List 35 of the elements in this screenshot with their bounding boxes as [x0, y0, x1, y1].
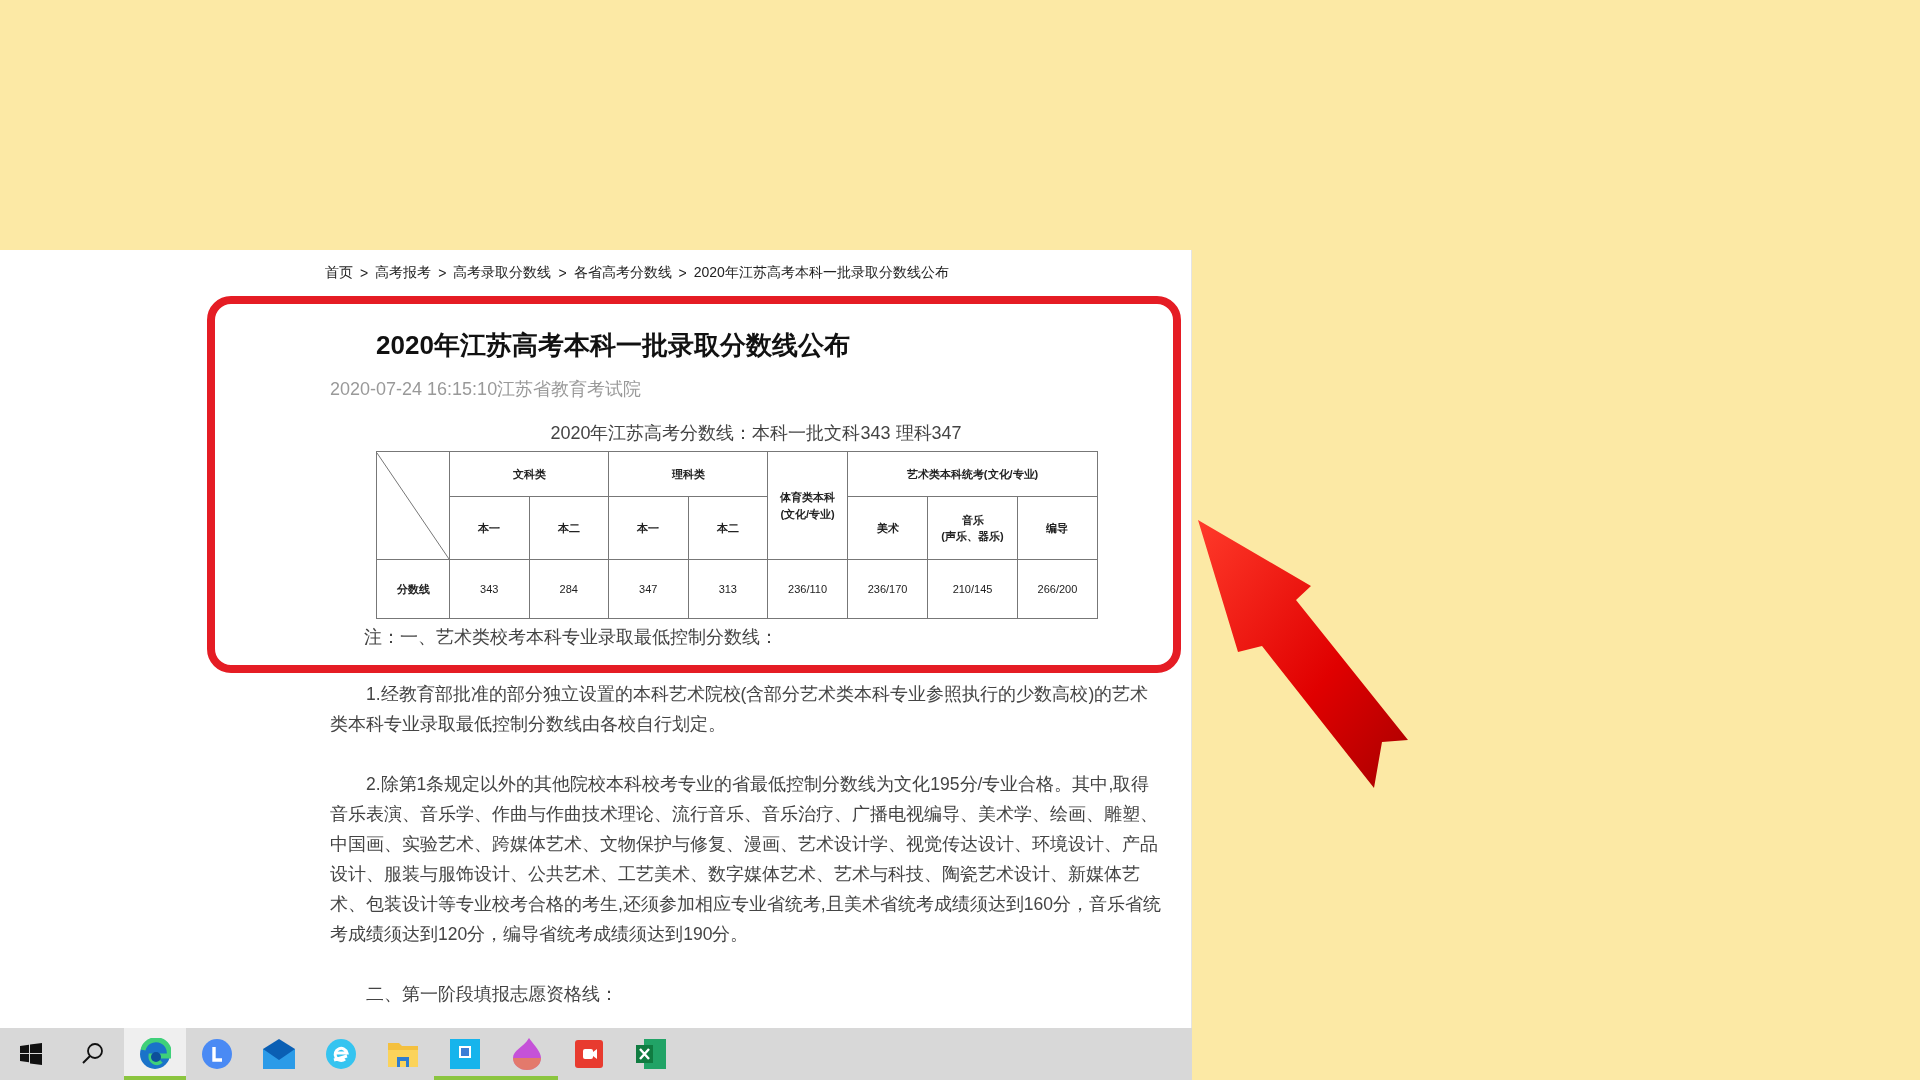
table-cell: 236/110	[767, 559, 848, 619]
table-header-cell: 编导	[1017, 496, 1098, 560]
table-header-cell: 体育类本科 (文化/专业)	[767, 451, 848, 560]
table-header-cell: 理科类	[608, 451, 768, 497]
article-paragraph: 2.除第1条规定以外的其他院校本科校考专业的省最低控制分数线为文化195分/专业合格。其中,取得音乐表演、音乐学、作曲与作曲技术理论、流行音乐、音乐治疗、广播电视编导、美术学、绘画、雕塑、中国画、实验艺术、跨媒体艺术、文物保护与修复、漫画、艺术设计学、视觉传达设计、环境设计、产品设计、服装与服饰设计、公共艺术、工艺美术、数字媒体艺术、艺术与科技、陶瓷艺术设计、新媒体艺术、包装设计等专业校考合格的考生,还须参加相应专业省统考,且美术省统考成绩须达到160分，音乐省统考成绩须达到120分，编导省统考成绩须达到190分。	[330, 773, 1162, 946]
note-text: 注：一、艺术类校考本科专业录取最低控制分数线：	[364, 626, 779, 649]
article-paragraph: 二、第一阶段填报志愿资格线：	[365, 983, 619, 1006]
table-cell: 284	[529, 559, 609, 619]
table-caption: 2020年江苏高考分数线：本科一批文科343 理科347	[549, 422, 963, 445]
table-header-cell: 本二	[529, 496, 609, 560]
article-title: 2020年江苏高考本科一批录取分数线公布	[376, 329, 851, 362]
table-cell: 347	[608, 559, 689, 619]
breadcrumb-link[interactable]: 高考报考	[375, 264, 432, 282]
table-cell: 236/170	[847, 559, 928, 619]
article-date-source: 2020-07-24 16:15:10江苏省教育考试院	[330, 378, 643, 401]
breadcrumb-link[interactable]: 各省高考分数线	[573, 264, 672, 282]
table-header-cell: 音乐 (声乐、器乐)	[927, 496, 1018, 560]
table-cell: 210/145	[927, 559, 1018, 619]
table-header-cell: 本一	[449, 496, 529, 560]
table-header-cell: 本一	[608, 496, 689, 560]
article-paragraph: 1.经教育部批准的部分独立设置的本科艺术院校(含部分艺术类本科专业参照执行的少数高校)的艺术类本科专业录取最低控制分数线由各校自行划定。	[330, 683, 1150, 736]
table-header-cell: 艺术类本科统考(文化/专业)	[847, 451, 1098, 497]
breadcrumb-separator: >	[678, 265, 687, 281]
breadcrumb-link[interactable]: 首页	[325, 264, 353, 282]
table-row-header: 分数线	[376, 559, 450, 619]
breadcrumb-separator: >	[438, 265, 447, 281]
breadcrumb-separator: >	[360, 265, 369, 281]
table-cell: 266/200	[1017, 559, 1098, 619]
table-cell: 313	[688, 559, 768, 619]
breadcrumb-link[interactable]: 2020年江苏高考本科一批录取分数线公布	[693, 264, 949, 282]
breadcrumb-link[interactable]: 高考录取分数线	[453, 264, 552, 282]
table-header-cell: 文科类	[449, 451, 609, 497]
breadcrumb-separator: >	[558, 265, 567, 281]
table-header-cell: 美术	[847, 496, 928, 560]
table-cell: 343	[449, 559, 529, 619]
